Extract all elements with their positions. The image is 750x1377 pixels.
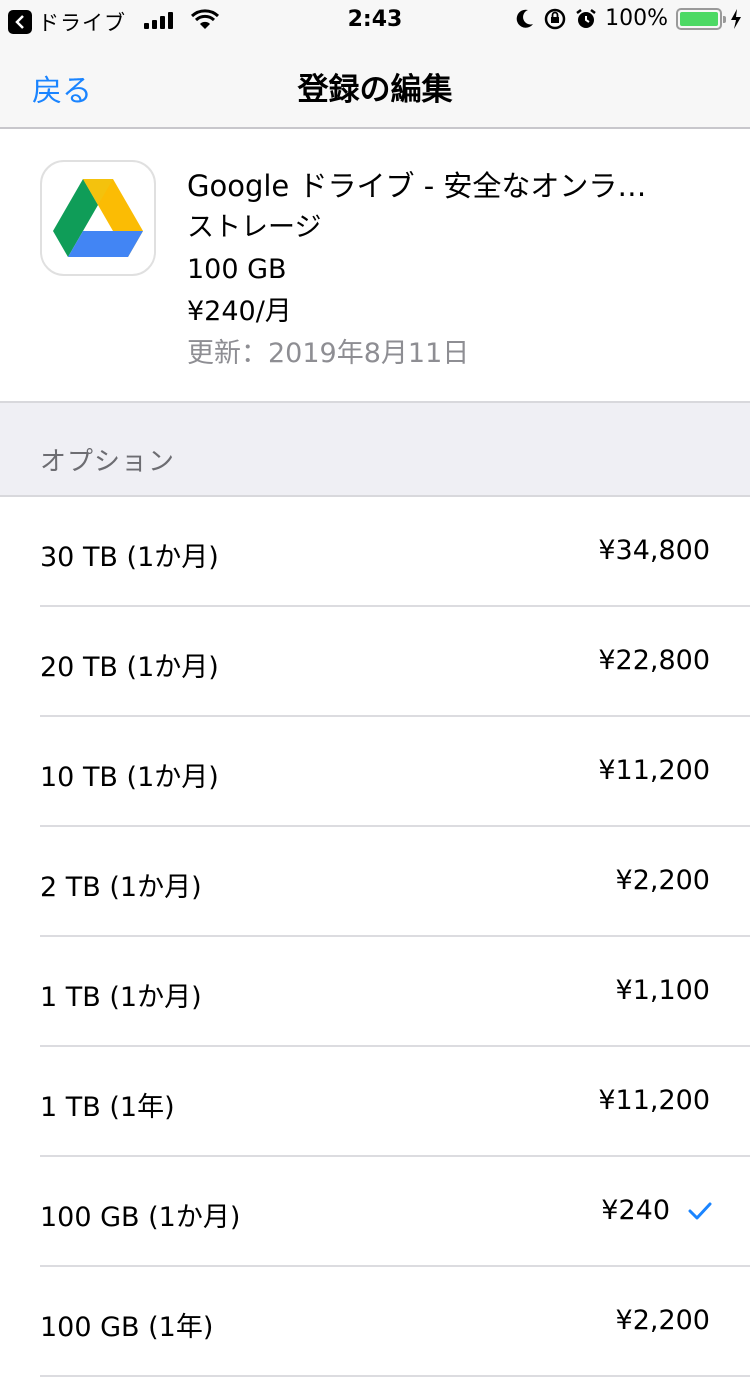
battery-icon xyxy=(676,7,726,30)
option-price: ¥2,200 xyxy=(615,1305,710,1336)
option-row[interactable]: 10 TB (1か月) ¥11,200 xyxy=(0,717,750,827)
subscription-plan: 100 GB xyxy=(187,254,287,285)
subscription-info: Google ドライブ - 安全なオンラ… ストレージ 100 GB ¥240/… xyxy=(0,129,750,401)
option-label: 1 TB (1年) xyxy=(40,1092,175,1123)
subscription-type: ストレージ xyxy=(187,212,322,243)
subscription-price: ¥240/月 xyxy=(187,296,292,327)
option-label: 20 TB (1か月) xyxy=(40,652,219,683)
rotation-lock-icon xyxy=(544,8,566,29)
option-price: ¥22,800 xyxy=(598,645,710,676)
section-label: オプション xyxy=(40,447,176,477)
option-row[interactable]: 2 TB (1か月) ¥2,200 xyxy=(0,827,750,937)
page-title: 登録の編集 xyxy=(297,72,453,108)
option-row[interactable]: 1 TB (1年) ¥11,200 xyxy=(0,1047,750,1157)
status-bar: ドライブ 2:43 100% xyxy=(0,0,750,40)
option-price: ¥2,200 xyxy=(615,865,710,896)
option-label: 2 TB (1か月) xyxy=(40,872,202,903)
navigation-bar: 戻る 登録の編集 xyxy=(0,40,750,129)
option-price: ¥11,200 xyxy=(598,755,710,786)
option-row[interactable]: 20 TB (1か月) ¥22,800 xyxy=(0,607,750,717)
alarm-icon xyxy=(576,8,596,28)
battery-percentage: 100% xyxy=(605,6,668,31)
option-price: ¥1,100 xyxy=(615,975,710,1006)
option-label: 10 TB (1か月) xyxy=(40,762,219,793)
option-price: ¥34,800 xyxy=(598,535,710,566)
option-row[interactable]: 1 TB (1か月) ¥1,100 xyxy=(0,937,750,1047)
option-label: 1 TB (1か月) xyxy=(40,982,202,1013)
options-section-header: オプション xyxy=(0,401,750,497)
options-list: 30 TB (1か月) ¥34,800 20 TB (1か月) ¥22,800 … xyxy=(0,497,750,1377)
checkmark-icon xyxy=(688,1202,712,1220)
option-row[interactable]: 30 TB (1か月) ¥34,800 xyxy=(0,497,750,607)
google-drive-app-icon xyxy=(40,160,156,276)
renewal-date: 更新：2019年8月11日 xyxy=(187,338,470,369)
option-label: 100 GB (1か月) xyxy=(40,1202,241,1233)
charging-bolt-icon xyxy=(731,8,741,29)
option-row-selected[interactable]: 100 GB (1か月) ¥240 xyxy=(0,1157,750,1267)
option-price: ¥240 xyxy=(601,1195,670,1226)
moon-icon xyxy=(516,9,534,28)
option-row[interactable]: 100 GB (1年) ¥2,200 xyxy=(0,1267,750,1377)
subscription-name: Google ドライブ - 安全なオンラ… xyxy=(187,169,647,203)
option-price: ¥11,200 xyxy=(598,1085,710,1116)
option-label: 100 GB (1年) xyxy=(40,1312,214,1343)
option-label: 30 TB (1か月) xyxy=(40,542,219,573)
